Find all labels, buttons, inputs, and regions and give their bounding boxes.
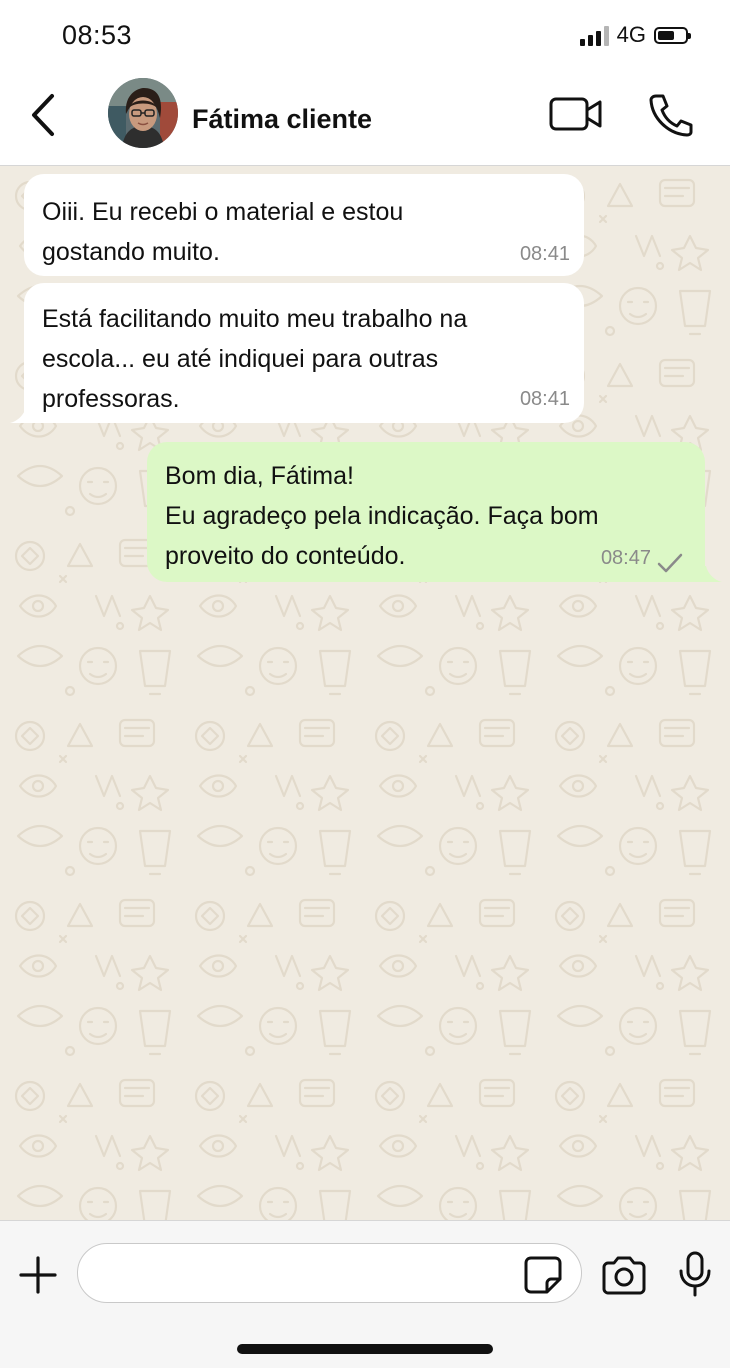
contact-name[interactable]: Fátima cliente	[192, 104, 372, 135]
plus-icon	[19, 1256, 57, 1294]
status-bar: 08:53 4G	[0, 0, 730, 70]
sticker-button[interactable]	[523, 1255, 563, 1295]
camera-icon	[602, 1256, 646, 1295]
phone-icon	[649, 94, 693, 137]
video-call-button[interactable]	[548, 94, 604, 134]
contact-avatar[interactable]	[108, 78, 178, 148]
voice-message-button[interactable]	[678, 1251, 712, 1297]
message-time: 08:47	[600, 547, 651, 569]
bubble-tail	[10, 407, 32, 423]
message-input[interactable]	[77, 1243, 582, 1303]
bubble-tail	[700, 566, 722, 582]
attach-button[interactable]	[18, 1255, 58, 1295]
back-arrow-icon	[32, 94, 54, 136]
battery-icon	[654, 26, 691, 44]
status-time: 08:53	[62, 20, 133, 50]
single-check-icon	[657, 553, 683, 573]
network-type: 4G	[616, 22, 646, 47]
home-indicator[interactable]	[237, 1344, 493, 1354]
microphone-icon	[679, 1251, 711, 1297]
message-bubble-incoming[interactable]: Está facilitando muito meu trabalho na e…	[24, 283, 584, 423]
message-time: 08:41	[519, 243, 570, 265]
chat-area[interactable]: Oiii. Eu recebi o material e estou gosta…	[0, 166, 730, 1220]
message-bubble-incoming[interactable]: Oiii. Eu recebi o material e estou gosta…	[24, 174, 584, 276]
chat-header: Fátima cliente	[0, 70, 730, 166]
signal-icon	[579, 24, 609, 46]
status-indicators: 4G	[579, 22, 691, 48]
composer-bar	[0, 1220, 730, 1368]
back-button[interactable]	[22, 90, 66, 140]
voice-call-button[interactable]	[646, 92, 694, 138]
message-bubble-outgoing[interactable]: Bom dia, Fátima! Eu agradeço pela indica…	[147, 442, 705, 582]
video-camera-icon	[549, 97, 602, 131]
message-time: 08:41	[519, 388, 570, 410]
message-text: Está facilitando muito meu trabalho na e…	[42, 305, 468, 413]
sticker-icon	[524, 1256, 562, 1294]
message-text: Oiii. Eu recebi o material e estou gosta…	[42, 198, 404, 266]
camera-button[interactable]	[600, 1255, 648, 1295]
